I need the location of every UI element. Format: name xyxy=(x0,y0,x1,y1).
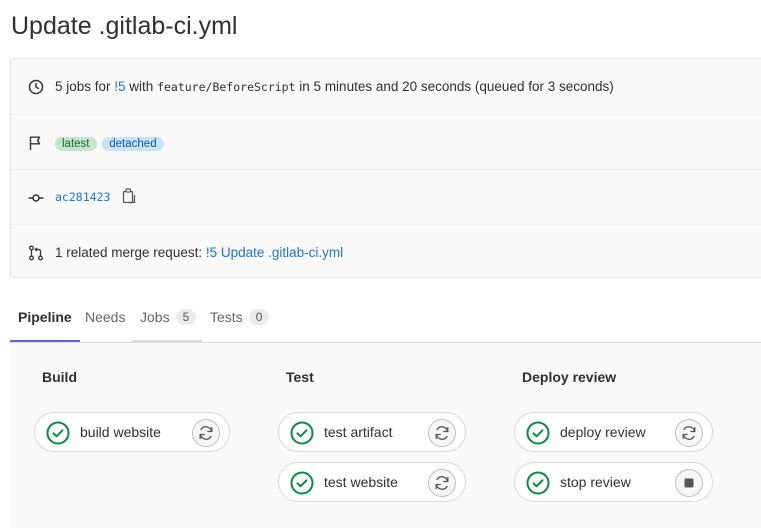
retry-button[interactable] xyxy=(428,469,456,497)
job-build-website[interactable]: build website xyxy=(34,412,230,452)
copy-icon xyxy=(123,188,136,204)
retry-icon xyxy=(435,476,449,490)
tab-needs[interactable]: Needs xyxy=(77,293,133,341)
jobs-count-text: 5 jobs for xyxy=(55,79,115,94)
copy-sha-button[interactable] xyxy=(122,188,136,207)
job-deploy-review[interactable]: deploy review xyxy=(514,412,713,452)
job-name: stop review xyxy=(560,474,631,490)
related-merge-request: 1 related merge request: !5 Update .gitl… xyxy=(55,245,343,260)
pipeline-tabs: Pipeline Needs Jobs 5 Tests 0 xyxy=(10,293,761,343)
related-merge-request-link[interactable]: !5 Update .gitlab-ci.yml xyxy=(206,245,343,260)
tab-tests[interactable]: Tests 0 xyxy=(202,293,277,341)
pipeline-badges-row: latest detached xyxy=(11,114,761,170)
tab-pipeline[interactable]: Pipeline xyxy=(10,293,80,342)
tests-count-badge: 0 xyxy=(248,309,270,325)
detached-badge: detached xyxy=(102,136,164,151)
stage-title-test: Test xyxy=(286,369,314,385)
pipeline-info-box: 5 jobs for !5 with feature/BeforeScript … xyxy=(10,58,761,278)
commit-sha-link[interactable]: ac281423 xyxy=(55,190,110,204)
merge-request-prefix: 1 related merge request: xyxy=(55,245,206,260)
jobs-count-badge: 5 xyxy=(175,308,197,325)
retry-button[interactable] xyxy=(675,419,703,447)
latest-badge: latest xyxy=(55,136,97,151)
status-success-icon xyxy=(526,471,550,495)
status-success-icon xyxy=(290,421,314,445)
job-test-website[interactable]: test website xyxy=(278,462,466,502)
flag-icon xyxy=(27,134,45,152)
commit-row: ac281423 xyxy=(11,169,761,225)
tab-needs-label: Needs xyxy=(85,309,126,325)
badges: latest detached xyxy=(55,135,166,151)
merge-request-icon xyxy=(27,244,45,262)
stop-icon xyxy=(684,478,694,488)
stop-button[interactable] xyxy=(675,469,703,497)
with-text: with xyxy=(125,79,158,94)
job-name: test artifact xyxy=(324,424,393,440)
job-name: test website xyxy=(324,474,398,490)
pipeline-summary-row: 5 jobs for !5 with feature/BeforeScript … xyxy=(11,59,761,114)
retry-button[interactable] xyxy=(192,419,220,447)
tab-tests-label: Tests xyxy=(210,309,243,325)
retry-button[interactable] xyxy=(428,419,456,447)
retry-icon xyxy=(682,426,696,440)
page-title: Update .gitlab-ci.yml xyxy=(11,12,238,40)
job-name: deploy review xyxy=(560,424,646,440)
stage-title-deploy-review: Deploy review xyxy=(522,369,617,385)
job-test-artifact[interactable]: test artifact xyxy=(278,412,466,452)
status-success-icon xyxy=(290,471,314,495)
commit-info: ac281423 xyxy=(55,188,136,207)
stage-title-build: Build xyxy=(42,369,77,385)
clock-icon xyxy=(27,78,45,96)
job-stop-review[interactable]: stop review xyxy=(514,462,713,502)
commit-icon xyxy=(27,189,45,207)
pipeline-summary: 5 jobs for !5 with feature/BeforeScript … xyxy=(55,79,614,94)
retry-icon xyxy=(435,426,449,440)
merge-request-row: 1 related merge request: !5 Update .gitl… xyxy=(11,224,761,280)
duration-text: in 5 minutes and 20 seconds (queued for … xyxy=(295,79,614,94)
tab-jobs[interactable]: Jobs 5 xyxy=(132,293,202,342)
job-name: build website xyxy=(80,424,161,440)
retry-icon xyxy=(199,426,213,440)
merge-request-link[interactable]: !5 xyxy=(114,79,125,94)
tab-pipeline-label: Pipeline xyxy=(18,308,72,325)
status-success-icon xyxy=(46,421,70,445)
status-success-icon xyxy=(526,421,550,445)
branch-name[interactable]: feature/BeforeScript xyxy=(157,80,295,94)
tab-jobs-label: Jobs xyxy=(140,308,170,325)
